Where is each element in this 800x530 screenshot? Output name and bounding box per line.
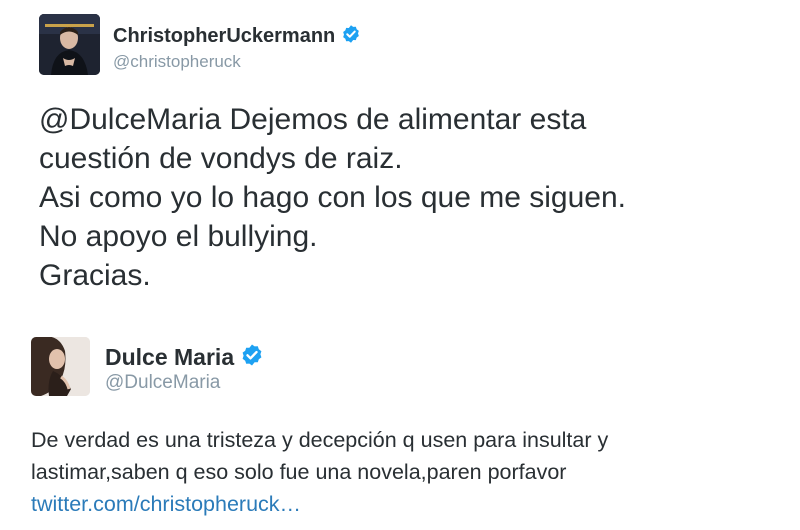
avatar-christopher[interactable] xyxy=(39,14,100,75)
tweet-link[interactable]: twitter.com/christopheruck… xyxy=(31,488,608,520)
avatar-christopher-image xyxy=(39,14,100,75)
verified-badge-icon xyxy=(341,24,361,49)
display-name[interactable]: Dulce Maria xyxy=(105,344,234,371)
tweet-text-line: lastimar,saben q eso solo fue una novela… xyxy=(31,460,567,484)
tweet-dulce: Dulce Maria @DulceMaria De verdad es una… xyxy=(0,318,800,530)
tweet-text-line: De verdad es una tristeza y decepción q … xyxy=(31,428,609,452)
avatar-dulce-image xyxy=(31,337,90,396)
tweet-text-line: Gracias. xyxy=(39,259,151,292)
handle[interactable]: @christopheruck xyxy=(113,52,241,72)
tweet-text-line: cuestión de vondys de raiz. xyxy=(39,142,403,175)
verified-badge-icon xyxy=(240,343,264,372)
display-name[interactable]: ChristopherUckermann xyxy=(113,25,335,48)
handle[interactable]: @DulceMaria xyxy=(105,372,220,394)
tweet-text: @DulceMaria Dejemos de alimentar esta cu… xyxy=(39,100,626,295)
avatar-dulce[interactable] xyxy=(31,337,90,396)
author-row-christopher: ChristopherUckermann xyxy=(113,24,361,49)
tweet-text-line: No apoyo el bullying. xyxy=(39,220,318,253)
tweet-text: De verdad es una tristeza y decepción q … xyxy=(31,424,608,520)
tweet-text-line: Asi como yo lo hago con los que me sigue… xyxy=(39,181,627,214)
tweet-christopher: ChristopherUckermann @christopheruck @Du… xyxy=(0,0,800,318)
author-row-dulce: Dulce Maria xyxy=(105,343,264,372)
tweet-text-line: @DulceMaria Dejemos de alimentar esta xyxy=(39,103,587,136)
